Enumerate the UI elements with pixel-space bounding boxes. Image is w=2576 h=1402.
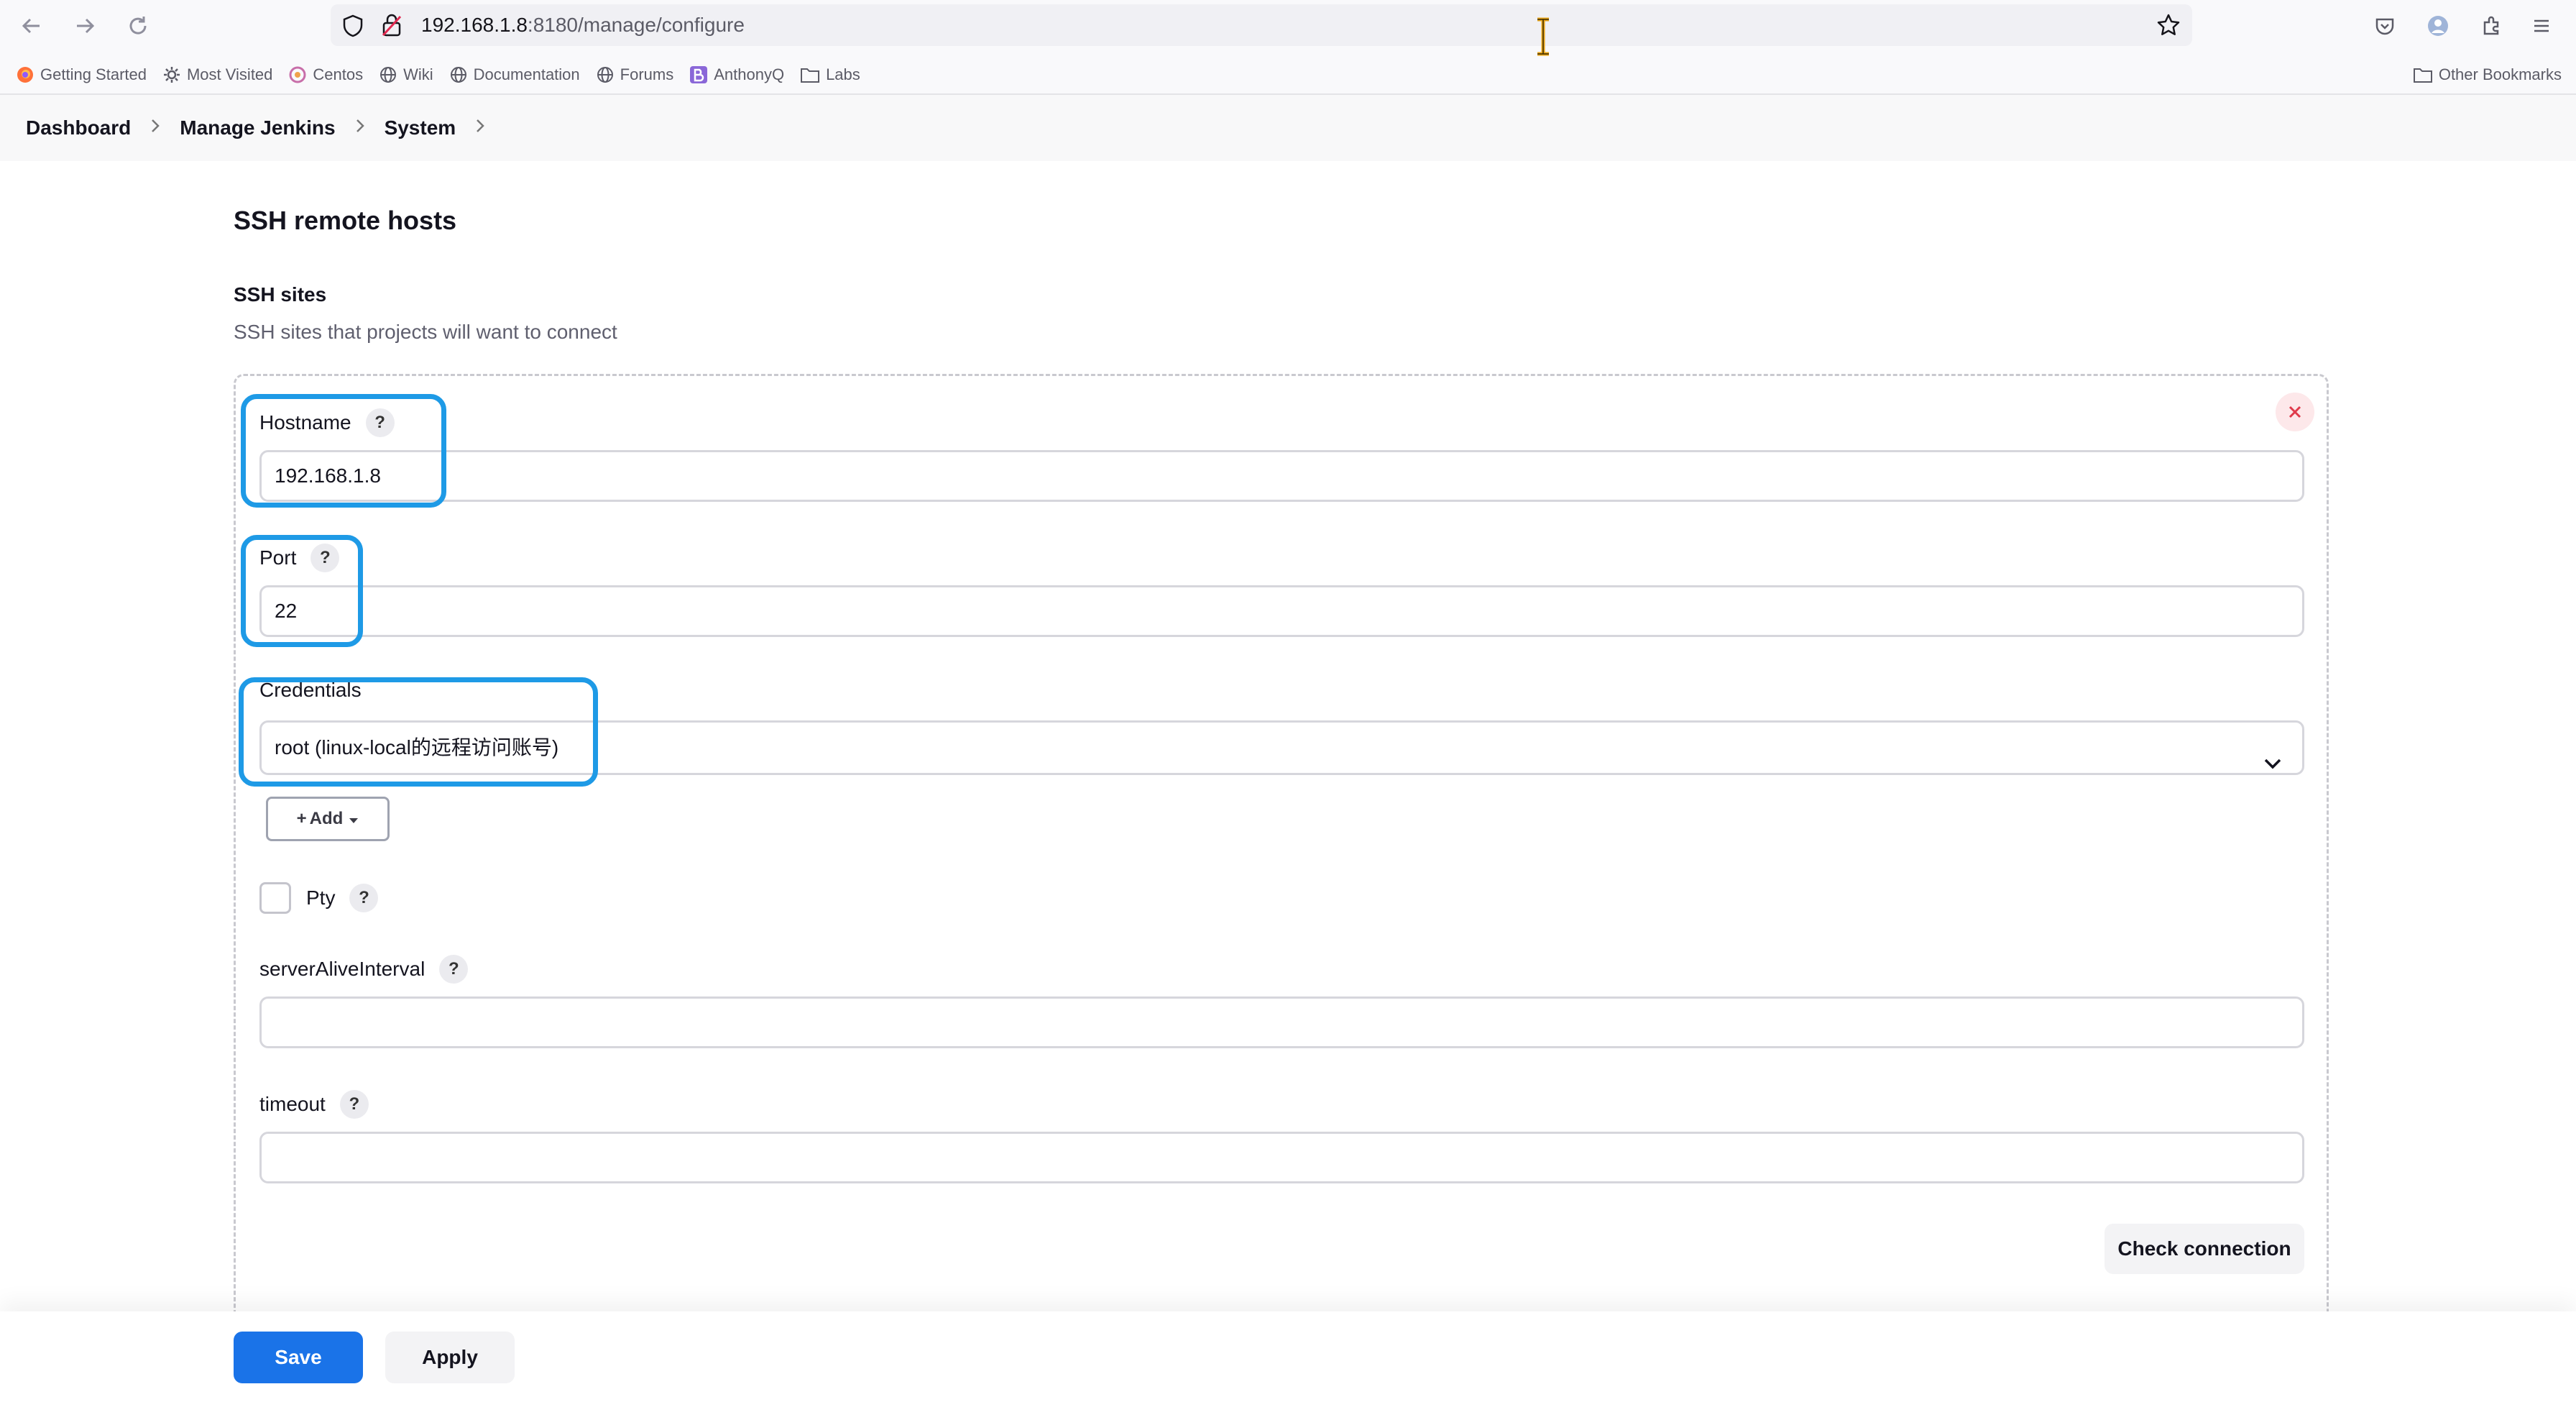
chevron-right-icon[interactable] — [474, 117, 486, 139]
url-text[interactable]: 192.168.1.8:8180/manage/configure — [421, 12, 745, 39]
delete-entry-button[interactable] — [2276, 393, 2314, 431]
menu-icon[interactable] — [2526, 10, 2557, 42]
ssh-site-entry — [234, 374, 2329, 1380]
plus-icon: + — [296, 809, 307, 828]
bookmark-label: Most Visited — [186, 65, 273, 83]
bookmark-documentation[interactable]: Documentation — [449, 65, 580, 84]
help-icon[interactable]: ? — [310, 544, 340, 572]
globe-icon — [450, 67, 466, 83]
port-label: Port ? — [259, 544, 340, 572]
bookmarks-toolbar: Getting Started Most Visited Centos Wiki… — [16, 60, 876, 89]
breadcrumb-dashboard[interactable]: Dashboard — [26, 116, 131, 139]
pty-checkbox[interactable] — [259, 882, 291, 914]
reload-icon[interactable] — [122, 10, 154, 42]
credentials-selected-value: root (linux-local的远程访问账号) — [275, 736, 559, 759]
save-button[interactable]: Save — [234, 1332, 363, 1383]
bookmark-label: Wiki — [403, 65, 433, 83]
help-icon[interactable]: ? — [365, 408, 395, 437]
insecure-lock-icon[interactable] — [381, 13, 402, 41]
ssh-sites-title: SSH sites — [234, 283, 327, 306]
text-cursor-icon — [1535, 17, 1551, 60]
pty-label: Pty ? — [306, 884, 379, 912]
breadcrumb-manage-jenkins[interactable]: Manage Jenkins — [180, 116, 335, 139]
timeout-input[interactable] — [259, 1132, 2304, 1183]
centos-icon — [289, 66, 306, 83]
help-icon[interactable]: ? — [439, 955, 469, 984]
hostname-label: Hostname ? — [259, 408, 395, 437]
bookmark-label: AnthonyQ — [714, 65, 785, 83]
folder-icon — [2413, 68, 2432, 83]
url-bar[interactable]: 192.168.1.8:8180/manage/configure — [331, 4, 2192, 46]
server-alive-interval-label: serverAliveInterval ? — [259, 955, 469, 984]
pocket-icon[interactable] — [2369, 10, 2401, 42]
bookmark-label: Centos — [313, 65, 364, 83]
browser-chrome: 192.168.1.8:8180/manage/configure Gettin… — [0, 0, 2576, 95]
pty-label-text[interactable]: Pty — [306, 886, 335, 910]
help-icon[interactable]: ? — [339, 1090, 369, 1119]
forward-icon[interactable] — [69, 10, 101, 42]
port-label-text: Port — [259, 546, 297, 569]
section-title: SSH remote hosts — [234, 206, 457, 235]
timeout-label: timeout ? — [259, 1090, 369, 1119]
chevron-down-icon — [2262, 740, 2283, 790]
chevron-right-icon[interactable] — [354, 117, 366, 139]
bookmark-centos[interactable]: Centos — [288, 65, 363, 84]
bookmark-most-visited[interactable]: Most Visited — [162, 65, 272, 84]
extensions-icon[interactable] — [2475, 10, 2507, 42]
close-icon — [2288, 406, 2301, 418]
bookmark-getting-started[interactable]: Getting Started — [16, 65, 147, 84]
account-icon[interactable] — [2422, 10, 2454, 42]
bookmark-anthonyq[interactable]: AnthonyQ — [689, 65, 784, 84]
folder-icon — [801, 68, 820, 83]
other-bookmarks[interactable]: Other Bookmarks — [2413, 60, 2562, 89]
bookmark-label: Labs — [826, 65, 860, 83]
breadcrumb-system[interactable]: System — [385, 116, 456, 139]
gear-icon — [163, 67, 180, 83]
add-label: Add — [309, 809, 344, 828]
help-icon[interactable]: ? — [349, 884, 379, 912]
check-connection-button[interactable]: Check connection — [2104, 1224, 2304, 1274]
caret-down-icon — [349, 809, 359, 829]
chevron-right-icon[interactable] — [150, 117, 161, 139]
bookmark-label: Documentation — [473, 65, 580, 83]
bookmark-wiki[interactable]: Wiki — [379, 65, 433, 84]
other-bookmarks-label: Other Bookmarks — [2438, 65, 2562, 83]
shield-icon[interactable] — [342, 14, 364, 41]
hostname-input[interactable]: 192.168.1.8 — [259, 450, 2304, 502]
back-icon[interactable] — [16, 10, 47, 42]
timeout-label-text: timeout — [259, 1093, 326, 1115]
port-input[interactable]: 22 — [259, 585, 2304, 637]
server-alive-interval-input[interactable] — [259, 996, 2304, 1048]
server-alive-interval-label-text: serverAliveInterval — [259, 958, 426, 980]
bookmark-label: Forums — [620, 65, 674, 83]
bookmark-forums[interactable]: Forums — [596, 65, 674, 84]
hostname-label-text: Hostname — [259, 411, 351, 434]
apply-button[interactable]: Apply — [385, 1332, 515, 1383]
globe-icon — [597, 67, 613, 83]
globe-icon — [380, 67, 397, 83]
bookmark-label: Getting Started — [40, 65, 147, 83]
credentials-label: Credentials — [259, 679, 362, 702]
b-icon — [690, 66, 708, 83]
bookmark-labs[interactable]: Labs — [800, 65, 860, 84]
breadcrumb: Dashboard Manage Jenkins System — [0, 95, 2576, 161]
add-credentials-button[interactable]: + Add — [266, 797, 390, 841]
credentials-label-text: Credentials — [259, 679, 362, 701]
bookmark-star-icon[interactable] — [2156, 13, 2181, 41]
credentials-select[interactable]: root (linux-local的远程访问账号) — [259, 720, 2304, 775]
ssh-sites-description: SSH sites that projects will want to con… — [234, 321, 617, 343]
firefox-icon — [17, 67, 33, 83]
